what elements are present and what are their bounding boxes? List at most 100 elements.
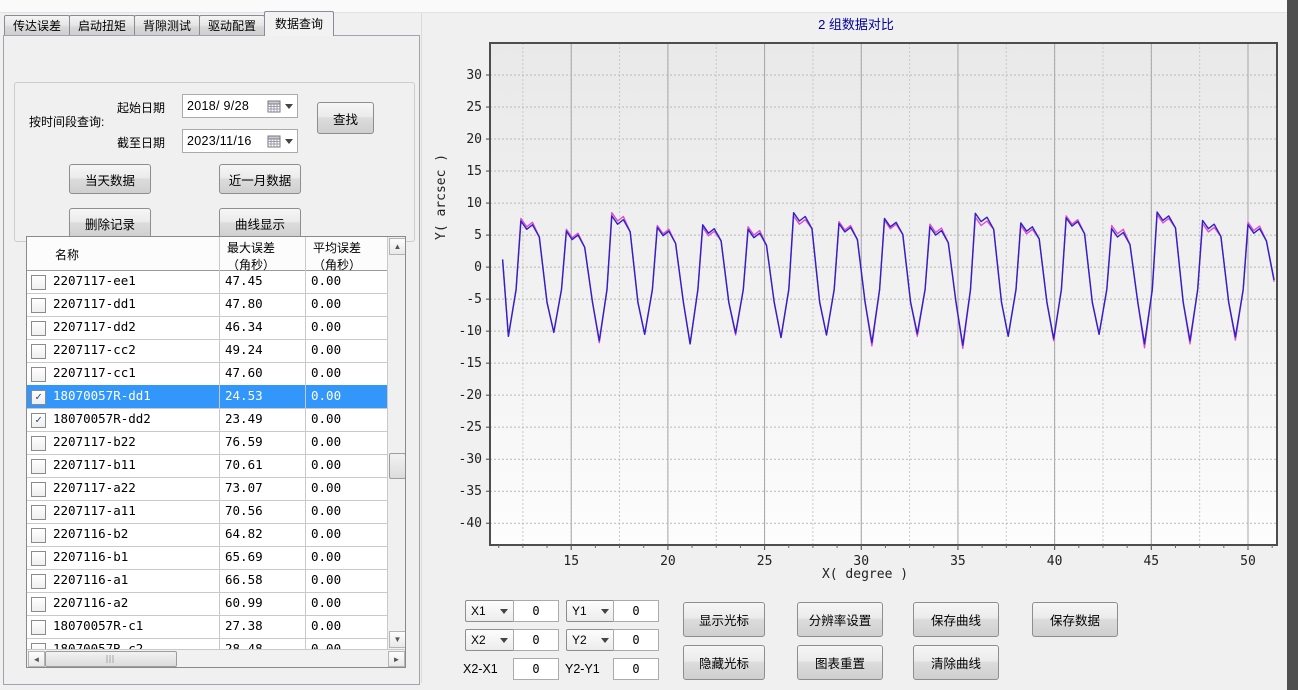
col-header-avg[interactable]: 平均误差 （角秒）: [313, 239, 361, 273]
clear-curve-button[interactable]: 清除曲线: [913, 645, 999, 680]
table-vertical-scrollbar[interactable]: ▲ ▼: [387, 237, 406, 649]
row-checkbox[interactable]: [31, 436, 46, 451]
table-row[interactable]: 2207117-ee147.450.00: [27, 270, 387, 294]
cell-max: 64.82: [225, 523, 301, 545]
table-row[interactable]: 2207116-b264.820.00: [27, 523, 387, 547]
cell-max: 27.38: [225, 615, 301, 637]
svg-text:20: 20: [466, 132, 482, 147]
dy-value-input[interactable]: 0: [613, 658, 659, 680]
y1-value-input[interactable]: 0: [613, 600, 659, 622]
show-cursor-button[interactable]: 显示光标: [683, 602, 765, 637]
window-right-scrollbar[interactable]: [1287, 0, 1298, 690]
svg-text:-20: -20: [459, 388, 482, 403]
table-row[interactable]: ✓18070057R-dd124.530.00: [27, 385, 387, 409]
table-row[interactable]: 18070057R-c127.380.00: [27, 615, 387, 639]
search-button[interactable]: 查找: [317, 102, 374, 134]
svg-text:30: 30: [466, 68, 482, 83]
row-checkbox[interactable]: [31, 275, 46, 290]
delete-record-button[interactable]: 删除记录: [69, 208, 151, 238]
last-month-data-button[interactable]: 近一月数据: [219, 164, 301, 194]
col-header-max[interactable]: 最大误差 （角秒）: [227, 239, 275, 273]
scroll-thumb[interactable]: [45, 651, 177, 667]
row-checkbox[interactable]: [31, 321, 46, 336]
table-row[interactable]: 2207116-a166.580.00: [27, 569, 387, 593]
tab-transmission-error[interactable]: 传达误差: [4, 15, 70, 36]
tab-backlash-test[interactable]: 背隙测试: [134, 15, 200, 36]
x2-select[interactable]: X2: [465, 629, 518, 651]
row-checkbox[interactable]: [31, 344, 46, 359]
chevron-down-icon[interactable]: [285, 139, 293, 144]
table-row[interactable]: ✓18070057R-dd223.490.00: [27, 408, 387, 432]
svg-text:0: 0: [474, 260, 482, 275]
tab-startup-torque[interactable]: 启动扭矩: [69, 15, 135, 36]
row-checkbox[interactable]: [31, 505, 46, 520]
table-row[interactable]: 2207117-b2276.590.00: [27, 431, 387, 455]
svg-text:25: 25: [466, 100, 482, 115]
table-row[interactable]: 2207117-b1170.610.00: [27, 454, 387, 478]
row-checkbox[interactable]: [31, 482, 46, 497]
save-data-button[interactable]: 保存数据: [1032, 602, 1118, 637]
scroll-left-icon[interactable]: ◄: [28, 651, 45, 667]
cell-max: 47.45: [225, 270, 301, 292]
table-row[interactable]: 2207117-cc147.600.00: [27, 362, 387, 386]
scroll-thumb[interactable]: [389, 453, 406, 479]
time-range-label: 按时间段查询:: [29, 113, 104, 130]
row-checkbox[interactable]: [31, 367, 46, 382]
row-checkbox[interactable]: ✓: [31, 413, 46, 428]
row-checkbox[interactable]: ✓: [31, 390, 46, 405]
row-checkbox[interactable]: [31, 551, 46, 566]
dx-label: X2-X1: [463, 662, 498, 676]
cell-max: 23.49: [225, 408, 301, 430]
svg-text:45: 45: [1143, 554, 1159, 569]
cell-avg: 0.00: [311, 592, 383, 614]
resolution-settings-button[interactable]: 分辨率设置: [797, 602, 883, 637]
svg-text:-30: -30: [459, 452, 482, 467]
end-date-picker[interactable]: 2023/11/16: [182, 129, 298, 153]
row-checkbox[interactable]: [31, 620, 46, 635]
col-header-name[interactable]: 名称: [55, 246, 79, 263]
row-checkbox[interactable]: [31, 574, 46, 589]
table-row[interactable]: 2207117-a2273.070.00: [27, 477, 387, 501]
cell-avg: 0.00: [311, 270, 383, 292]
tab-data-query[interactable]: 数据查询: [264, 11, 334, 36]
cell-max: 49.24: [225, 339, 301, 361]
row-checkbox[interactable]: [31, 298, 46, 313]
table-row[interactable]: 2207116-b165.690.00: [27, 546, 387, 570]
row-checkbox[interactable]: [31, 528, 46, 543]
start-date-picker[interactable]: 2018/ 9/28: [182, 94, 298, 118]
tab-drive-config[interactable]: 驱动配置: [199, 15, 265, 36]
x1-value-input[interactable]: 0: [513, 600, 559, 622]
cell-name: 2207116-a2: [53, 592, 213, 614]
cell-avg: 0.00: [311, 638, 383, 649]
hide-cursor-button[interactable]: 隐藏光标: [683, 645, 765, 680]
scroll-down-icon[interactable]: ▼: [389, 631, 406, 648]
table-row[interactable]: 2207117-dd246.340.00: [27, 316, 387, 340]
cell-max: 47.80: [225, 293, 301, 315]
chevron-down-icon[interactable]: [285, 104, 293, 109]
start-date-label: 起始日期: [117, 99, 165, 116]
chart-reset-button[interactable]: 图表重置: [797, 645, 883, 680]
today-data-button[interactable]: 当天数据: [69, 164, 151, 194]
scroll-up-icon[interactable]: ▲: [389, 238, 406, 255]
table-row[interactable]: 18070057R-c228.480.00: [27, 638, 387, 649]
chart-plot-area[interactable]: 1520253035404550302520151050-5-10-15-20-…: [428, 0, 1284, 690]
table-row[interactable]: 2207117-a1170.560.00: [27, 500, 387, 524]
x1-select[interactable]: X1: [465, 600, 518, 622]
curve-display-button[interactable]: 曲线显示: [219, 208, 301, 238]
svg-text:15: 15: [563, 554, 579, 569]
y2-select[interactable]: Y2: [566, 629, 619, 651]
y2-value-input[interactable]: 0: [613, 629, 659, 651]
svg-text:5: 5: [474, 228, 482, 243]
table-row[interactable]: 2207117-dd147.800.00: [27, 293, 387, 317]
table-horizontal-scrollbar[interactable]: ◄ ►: [27, 649, 405, 668]
scroll-right-icon[interactable]: ►: [388, 651, 405, 667]
row-checkbox[interactable]: [31, 459, 46, 474]
dx-value-input[interactable]: 0: [513, 658, 559, 680]
row-checkbox[interactable]: [31, 597, 46, 612]
table-row[interactable]: 2207116-a260.990.00: [27, 592, 387, 616]
cell-avg: 0.00: [311, 316, 383, 338]
save-curve-button[interactable]: 保存曲线: [913, 602, 999, 637]
table-row[interactable]: 2207117-cc249.240.00: [27, 339, 387, 363]
y1-select[interactable]: Y1: [566, 600, 619, 622]
x2-value-input[interactable]: 0: [513, 629, 559, 651]
